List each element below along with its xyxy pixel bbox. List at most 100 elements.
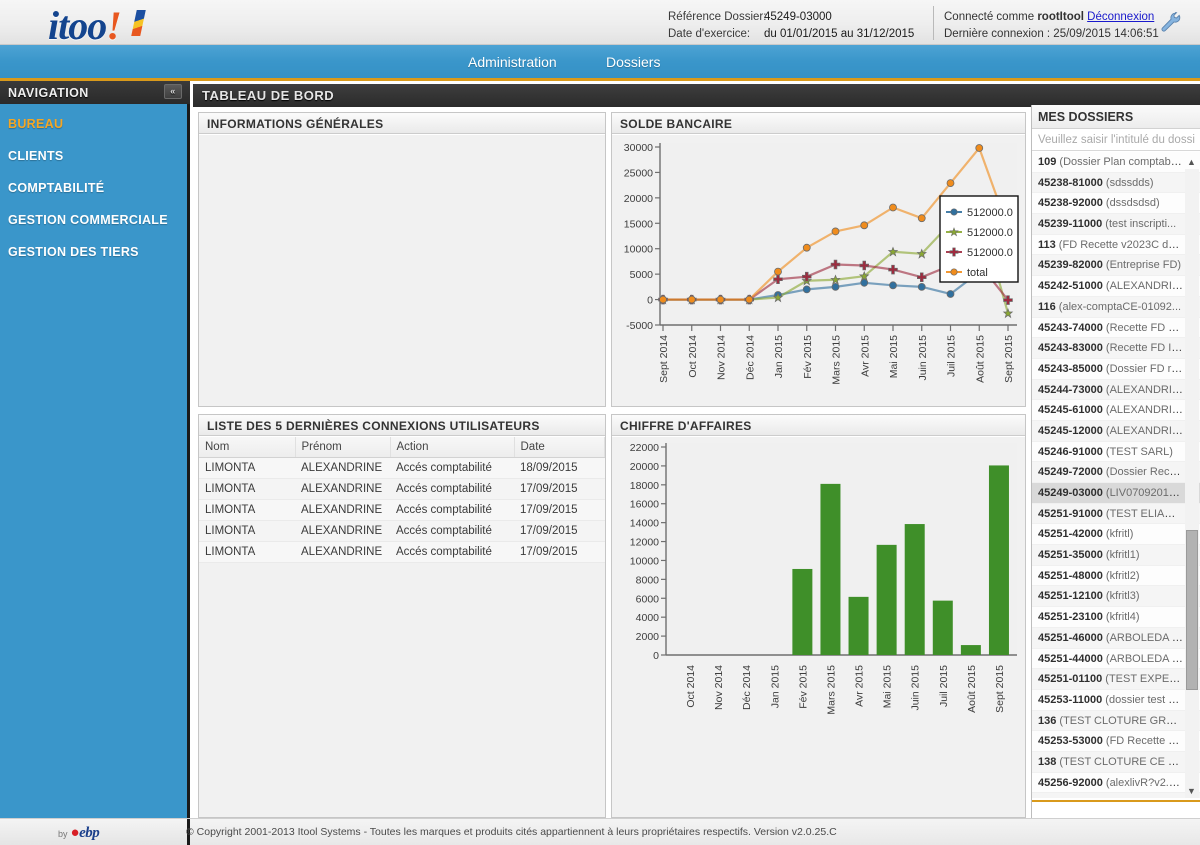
sidebar-collapse-button[interactable]: « bbox=[164, 84, 182, 99]
dossier-list-item[interactable]: 45242-51000 (ALEXANDRIN... bbox=[1032, 276, 1200, 297]
tab-administration[interactable]: Administration bbox=[468, 54, 557, 70]
panel-solde-bancaire-title: SOLDE BANCAIRE bbox=[612, 113, 1025, 134]
dossier-list-item[interactable]: 45253-53000 (FD Recette v2... bbox=[1032, 731, 1200, 752]
svg-text:Mai 2015: Mai 2015 bbox=[888, 335, 900, 378]
dossier-list-item[interactable]: 45251-48000 (kfritl2) bbox=[1032, 566, 1200, 587]
dossier-list-item[interactable]: 113 (FD Recette v2023C du ... bbox=[1032, 235, 1200, 256]
dossier-list-item[interactable]: 45256-92000 (alexlivR?v2.0... bbox=[1032, 773, 1200, 794]
dossier-list-item[interactable]: 45243-85000 (Dossier FD re... bbox=[1032, 359, 1200, 380]
column-header-action: Action bbox=[390, 437, 514, 458]
scroll-up-icon[interactable]: ▲ bbox=[1185, 156, 1198, 169]
dossier-list-item[interactable]: 45253-11000 (dossier test D... bbox=[1032, 690, 1200, 711]
table-row: LIMONTAALEXANDRINEAccés comptabilité17/0… bbox=[199, 479, 605, 500]
svg-text:Fév 2015: Fév 2015 bbox=[802, 335, 814, 379]
dossier-list-item[interactable]: 45243-83000 (Recette FD IT... bbox=[1032, 338, 1200, 359]
dossier-list-item[interactable]: 45249-72000 (Dossier Recet... bbox=[1032, 462, 1200, 483]
reference-value: 45249-03000 bbox=[764, 11, 832, 23]
dossier-code: 45251-44000 bbox=[1038, 653, 1103, 665]
svg-text:512000.0: 512000.0 bbox=[967, 227, 1013, 239]
dossier-scroll-track[interactable] bbox=[1185, 169, 1199, 798]
svg-text:Oct 2014: Oct 2014 bbox=[685, 665, 697, 708]
dossier-list-item[interactable]: 45239-82000 (Entreprise FD) bbox=[1032, 255, 1200, 276]
wrench-icon[interactable] bbox=[1158, 10, 1182, 34]
svg-text:Jan 2015: Jan 2015 bbox=[773, 335, 785, 378]
dossier-scroll-thumb[interactable] bbox=[1186, 530, 1198, 690]
table-row: LIMONTAALEXANDRINEAccés comptabilité18/0… bbox=[199, 458, 605, 479]
dossier-search-input[interactable] bbox=[1032, 129, 1200, 151]
logout-link[interactable]: Déconnexion bbox=[1087, 11, 1154, 23]
dossier-list-item[interactable]: 109 (Dossier Plan comptabL... bbox=[1032, 152, 1200, 173]
cell-nom: LIMONTA bbox=[199, 500, 295, 521]
dossier-name: (TEST ELIANA) bbox=[1103, 508, 1183, 520]
dossier-code: 45251-48000 bbox=[1038, 570, 1103, 582]
dossier-list-item[interactable]: 136 (TEST CLOTURE GROU... bbox=[1032, 711, 1200, 732]
dossier-code: 45238-92000 bbox=[1038, 197, 1103, 209]
page-footer: by●ebp © Copyright 2001-2013 Itool Syste… bbox=[0, 818, 1200, 845]
dossier-list-item[interactable]: 45251-91000 (TEST ELIANA) bbox=[1032, 504, 1200, 525]
dossier-list-item[interactable]: 45251-12100 (kfritl3) bbox=[1032, 586, 1200, 607]
dossier-list-item[interactable]: 45245-12000 (ALEXANDRIN... bbox=[1032, 421, 1200, 442]
dossier-name: (Dossier Plan comptabL... bbox=[1056, 156, 1186, 168]
dossier-name: (Dossier FD re... bbox=[1103, 363, 1187, 375]
sidebar-item-clients[interactable]: CLIENTS bbox=[0, 140, 187, 172]
dossier-list-item[interactable]: 138 (TEST CLOTURE CE GR... bbox=[1032, 752, 1200, 773]
svg-text:Nov 2014: Nov 2014 bbox=[716, 335, 728, 380]
dossier-name: (kfritl3) bbox=[1103, 590, 1140, 602]
dossier-name: (FD Recette v2023C du ... bbox=[1056, 239, 1187, 251]
sidebar-nav-list: BUREAU CLIENTS COMPTABILITÉ GESTION COMM… bbox=[0, 108, 187, 268]
panel-chiffre-affaires-body: 0200040006000800010000120001400016000180… bbox=[612, 437, 1025, 817]
dossier-code: 45253-11000 bbox=[1038, 694, 1102, 706]
panel-connexions-utilisateurs: LISTE DES 5 DERNIÈRES CONNEXIONS UTILISA… bbox=[198, 414, 606, 818]
scroll-down-icon[interactable]: ▼ bbox=[1185, 785, 1198, 798]
dossier-name: (Recette FD IT... bbox=[1103, 342, 1186, 354]
dossier-list[interactable]: 109 (Dossier Plan comptabL...45238-81000… bbox=[1032, 152, 1200, 798]
dossier-list-item[interactable]: 45245-61000 (ALEXANDRIN... bbox=[1032, 400, 1200, 421]
svg-text:Juin 2015: Juin 2015 bbox=[917, 335, 929, 381]
svg-text:16000: 16000 bbox=[630, 499, 659, 511]
dossier-list-item[interactable]: 45246-91000 (TEST SARL) bbox=[1032, 442, 1200, 463]
exercise-row: Date d'exercice:du 01/01/2015 au 31/12/2… bbox=[668, 26, 914, 43]
ebp-logo-text: ebp bbox=[79, 825, 99, 841]
dossier-list-item[interactable]: 45257-22000 (CABIFRITL) bbox=[1032, 793, 1200, 798]
dossier-list-item[interactable]: 45244-73000 (ALEXANDRIN... bbox=[1032, 380, 1200, 401]
dossier-name: (dssdsdsd) bbox=[1103, 197, 1160, 209]
cell-date: 18/09/2015 bbox=[514, 458, 605, 479]
dossier-list-item[interactable]: 45251-44000 (ARBOLEDA R... bbox=[1032, 649, 1200, 670]
dossier-code: 45245-61000 bbox=[1038, 404, 1103, 416]
svg-text:Nov 2014: Nov 2014 bbox=[713, 665, 725, 710]
dossier-list-item[interactable]: 45251-23100 (kfritl4) bbox=[1032, 607, 1200, 628]
connexions-table: Nom Prénom Action Date LIMONTAALEXANDRIN… bbox=[199, 437, 605, 563]
svg-text:0: 0 bbox=[653, 650, 659, 662]
dossier-list-item[interactable]: 45239-11000 (test inscripti... bbox=[1032, 214, 1200, 235]
dossier-name: (sdssdds) bbox=[1103, 177, 1154, 189]
dossier-list-item[interactable]: 45238-92000 (dssdsdsd) bbox=[1032, 193, 1200, 214]
dossier-list-item[interactable]: 45251-46000 (ARBOLEDA M... bbox=[1032, 628, 1200, 649]
dossier-list-item[interactable]: 45251-35000 (kfritl1) bbox=[1032, 545, 1200, 566]
dossier-list-item[interactable]: 45243-74000 (Recette FD 0... bbox=[1032, 318, 1200, 339]
mes-dossiers-title: MES DOSSIERS bbox=[1032, 105, 1200, 129]
sidebar-item-gestion-des-tiers[interactable]: GESTION DES TIERS bbox=[0, 236, 187, 268]
dossier-list-item[interactable]: 45249-03000 (LIV07092015-... bbox=[1032, 483, 1200, 504]
table-header-row: Nom Prénom Action Date bbox=[199, 437, 605, 458]
top-header-bar: itoo! Référence Dossier:45249-03000 Date… bbox=[0, 0, 1200, 45]
cell-prenom: ALEXANDRINE bbox=[295, 542, 390, 563]
main-navigation-bar: Administration Dossiers bbox=[0, 45, 1200, 81]
svg-text:Avr 2015: Avr 2015 bbox=[859, 335, 871, 377]
dossier-code: 45256-92000 bbox=[1038, 777, 1103, 789]
tab-dossiers[interactable]: Dossiers bbox=[606, 54, 660, 70]
svg-text:30000: 30000 bbox=[624, 142, 653, 154]
footer-brand-area: by●ebp bbox=[0, 819, 190, 845]
dossier-code: 45249-03000 bbox=[1038, 487, 1103, 499]
sidebar-item-bureau[interactable]: BUREAU bbox=[0, 108, 187, 140]
svg-text:15000: 15000 bbox=[624, 218, 653, 230]
dossier-list-item[interactable]: 116 (alex-comptaCE-01092... bbox=[1032, 297, 1200, 318]
dossier-list-item[interactable]: 45251-01100 (TEST EXPERT... bbox=[1032, 669, 1200, 690]
cell-action: Accés comptabilité bbox=[390, 542, 514, 563]
dossier-list-item[interactable]: 45238-81000 (sdssdds) bbox=[1032, 173, 1200, 194]
dossier-list-item[interactable]: 45251-42000 (kfritl) bbox=[1032, 524, 1200, 545]
dossier-code: 45251-12100 bbox=[1038, 590, 1103, 602]
sidebar-item-comptabilite[interactable]: COMPTABILITÉ bbox=[0, 172, 187, 204]
user-session-block: Connecté comme rootItool Déconnexion Der… bbox=[944, 9, 1159, 43]
svg-text:Sept 2015: Sept 2015 bbox=[1003, 335, 1015, 383]
sidebar-item-gestion-commerciale[interactable]: GESTION COMMERCIALE bbox=[0, 204, 187, 236]
